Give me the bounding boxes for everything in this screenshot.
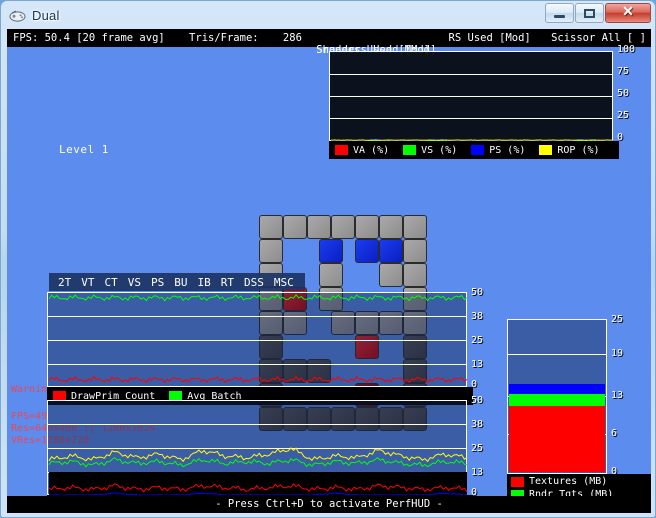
gpu-ytick-25: 25 xyxy=(617,110,630,121)
memory-ytick-6: 6 xyxy=(611,428,618,439)
game-block[interactable] xyxy=(403,263,427,287)
memory-segment-textures-mb xyxy=(509,405,605,472)
game-block[interactable] xyxy=(259,239,283,263)
batch-ytick-50: 50 xyxy=(471,287,484,298)
app-root: Dual ✕ FPS: 50.4 [20 frame avg] Tris/Fra… xyxy=(0,0,656,518)
legend-swatch-va xyxy=(335,145,348,155)
legend-swatch-rop xyxy=(539,145,553,155)
game-block[interactable] xyxy=(355,239,379,263)
memory-ytick-25: 25 xyxy=(611,314,624,325)
gpu-ytick-75: 75 xyxy=(617,66,630,77)
gpu-ytick-100: 100 xyxy=(617,44,636,55)
tab-ps[interactable]: PS xyxy=(146,276,169,289)
legend-swatch-vs xyxy=(403,145,417,155)
memory-stacked-bar xyxy=(509,383,605,472)
series-avg-batch xyxy=(48,293,468,302)
batch-ytick-38: 38 xyxy=(471,311,484,322)
chart-gpu-utilization: 100 75 50 25 0 VA (%) VS (%) PS (%) ROP … xyxy=(329,45,635,159)
timing-ytick-25: 25 xyxy=(471,443,484,454)
timing-plot xyxy=(47,400,468,496)
legend-label-va: VA (%) xyxy=(353,144,390,156)
memory-plot xyxy=(507,319,607,474)
game-block[interactable] xyxy=(283,215,307,239)
timing-ytick-13: 13 xyxy=(471,467,484,478)
game-block[interactable] xyxy=(403,215,427,239)
tab-bu[interactable]: BU xyxy=(169,276,192,289)
window-controls: ✕ xyxy=(544,3,651,23)
status-bar: - Press Ctrl+D to activate PerfHUD - xyxy=(7,496,651,513)
tab-msc[interactable]: MSC xyxy=(269,276,299,289)
close-icon: ✕ xyxy=(622,5,634,20)
game-block[interactable] xyxy=(331,215,355,239)
tab-2t[interactable]: 2T xyxy=(53,276,76,289)
window-title: Dual xyxy=(32,7,60,23)
timing-ytick-50: 50 xyxy=(471,395,484,406)
minimize-icon xyxy=(554,14,565,18)
timing-ytick-38: 38 xyxy=(471,419,484,430)
maximize-button[interactable] xyxy=(575,3,604,23)
chart-memory: 25 19 13 6 0 Textures (MB) Rndr Tgts (MB… xyxy=(507,315,651,513)
chart-drawprim-batch: 50 38 25 13 0 DrawPrim Count Avg Batch xyxy=(47,288,483,405)
series-driver-time-ms xyxy=(48,483,468,493)
memory-segment-buffers-mb xyxy=(509,383,605,394)
gpu-ytick-50: 50 xyxy=(617,88,630,99)
game-block[interactable] xyxy=(259,215,283,239)
game-block[interactable] xyxy=(307,215,331,239)
tab-ct[interactable]: CT xyxy=(100,276,123,289)
tab-rt[interactable]: RT xyxy=(216,276,239,289)
tab-vs[interactable]: VS xyxy=(123,276,146,289)
legend-label-vs: VS (%) xyxy=(421,144,458,156)
application-window: Dual ✕ FPS: 50.4 [20 frame avg] Tris/Fra… xyxy=(0,0,656,518)
game-block[interactable] xyxy=(319,239,343,263)
gpu-utilization-legend: VA (%) VS (%) PS (%) ROP (%) xyxy=(329,141,619,159)
batch-ytick-13: 13 xyxy=(471,359,484,370)
drawprim-batch-plot xyxy=(47,292,468,387)
legend-swatch-textures xyxy=(511,476,524,487)
legend-label-textures: Textures (MB) xyxy=(529,476,608,487)
minimize-button[interactable] xyxy=(545,3,574,23)
gpu-utilization-plot xyxy=(329,51,614,142)
close-button[interactable]: ✕ xyxy=(605,3,651,23)
tab-dss[interactable]: DSS xyxy=(239,276,269,289)
legend-swatch-ps xyxy=(471,145,485,155)
game-block[interactable] xyxy=(379,239,403,263)
batch-ytick-25: 25 xyxy=(471,335,484,346)
game-client-area[interactable]: FPS: 50.4 [20 frame avg] Tris/Frame: 286… xyxy=(7,29,651,513)
perfhud-tabstrip[interactable]: 2T VT CT VS PS BU IB RT DSS MSC xyxy=(49,273,305,291)
game-block[interactable] xyxy=(379,215,403,239)
tab-ib[interactable]: IB xyxy=(193,276,216,289)
diagnostic-fps: FPS=49 xyxy=(11,411,48,422)
series-drawprim-count xyxy=(48,375,468,384)
game-block[interactable] xyxy=(403,239,427,263)
title-bar[interactable]: Dual ✕ xyxy=(1,1,655,29)
gamepad-icon xyxy=(9,7,26,24)
legend-label-rop: ROP (%) xyxy=(557,144,600,156)
memory-segment-rndr-tgts-mb xyxy=(509,393,605,406)
tab-vt[interactable]: VT xyxy=(76,276,99,289)
legend-label-ps: PS (%) xyxy=(489,144,526,156)
game-block[interactable] xyxy=(355,215,379,239)
game-block[interactable] xyxy=(319,263,343,287)
maximize-icon xyxy=(584,8,595,18)
game-block[interactable] xyxy=(379,263,403,287)
memory-ytick-19: 19 xyxy=(611,348,624,359)
series-gpu-idle-ms xyxy=(48,456,468,468)
memory-ytick-13: 13 xyxy=(611,390,624,401)
